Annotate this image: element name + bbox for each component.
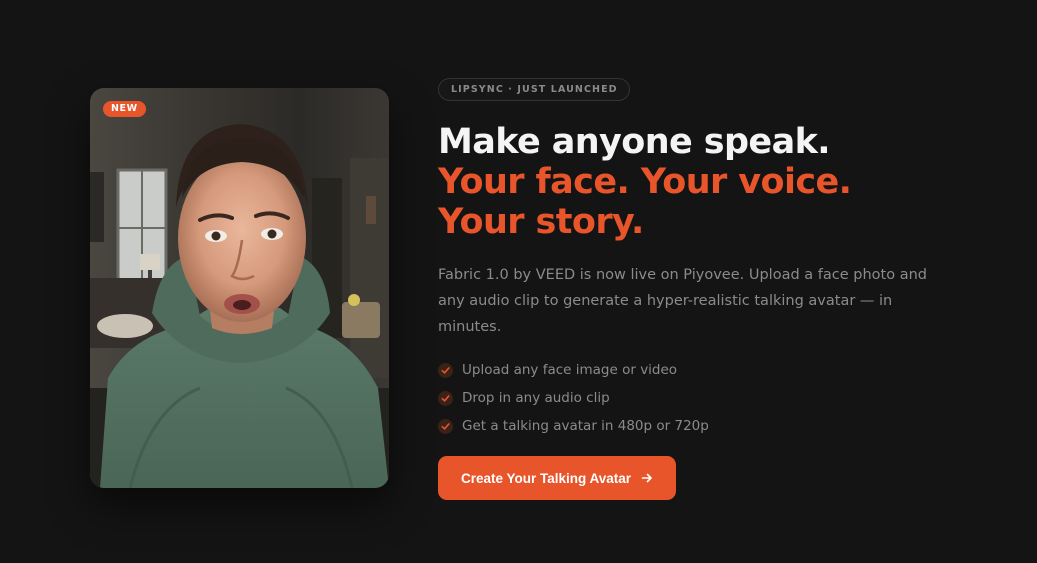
feature-item: Upload any face image or video xyxy=(438,356,978,384)
hero-description: Fabric 1.0 by VEED is now live on Piyove… xyxy=(438,267,927,335)
headline-line-2: Your face. Your voice. Your story. xyxy=(438,162,852,242)
feature-label: Drop in any audio clip xyxy=(462,390,610,406)
avatar-preview-video[interactable]: NEW xyxy=(90,88,389,488)
feature-item: Drop in any audio clip xyxy=(438,384,978,412)
feature-item: Get a talking avatar in 480p or 720p xyxy=(438,412,978,440)
hero-section: NEW LIPSYNC · JUST LAUNCHED Make anyone … xyxy=(0,0,1037,563)
feature-label: Upload any face image or video xyxy=(462,362,678,378)
check-icon xyxy=(438,418,453,434)
check-icon xyxy=(438,362,453,378)
create-avatar-button[interactable]: Create Your Talking Avatar xyxy=(438,456,677,500)
hero-headline: Make anyone speak. Your face. Your voice… xyxy=(438,122,978,242)
eyebrow-pill: LIPSYNC · JUST LAUNCHED xyxy=(438,78,630,101)
arrow-right-icon xyxy=(641,472,653,484)
avatar-preview-image xyxy=(90,88,389,488)
new-badge: NEW xyxy=(103,101,146,117)
check-icon xyxy=(438,390,453,406)
feature-label: Get a talking avatar in 480p or 720p xyxy=(462,418,709,434)
feature-list: Upload any face image or video Drop in a… xyxy=(438,356,978,440)
headline-line-1: Make anyone speak. xyxy=(438,122,831,162)
cta-label: Create Your Talking Avatar xyxy=(461,470,632,486)
hero-copy: LIPSYNC · JUST LAUNCHED Make anyone spea… xyxy=(438,77,978,500)
